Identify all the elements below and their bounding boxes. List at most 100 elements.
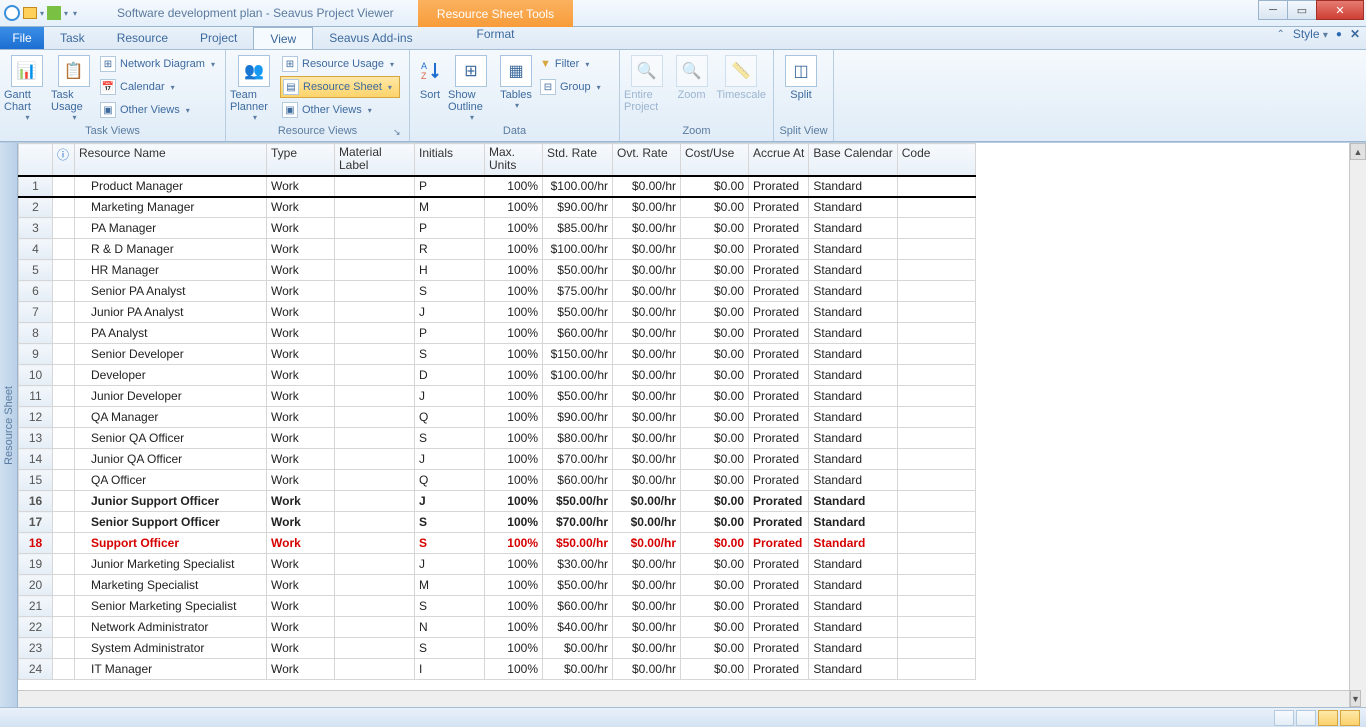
cell-max[interactable]: 100% [485, 512, 543, 533]
cell-cost[interactable]: $0.00 [681, 176, 749, 197]
row-number[interactable]: 4 [19, 239, 53, 260]
cell-ovt[interactable]: $0.00/hr [613, 281, 681, 302]
filter-button[interactable]: ▼Filter▾ [538, 53, 607, 75]
cell-code[interactable] [897, 449, 975, 470]
cell-type[interactable]: Work [267, 365, 335, 386]
cell-name[interactable]: Senior Marketing Specialist [75, 596, 267, 617]
cell-calendar[interactable]: Standard [809, 449, 897, 470]
cell-calendar[interactable]: Standard [809, 554, 897, 575]
cell-max[interactable]: 100% [485, 260, 543, 281]
cell-code[interactable] [897, 323, 975, 344]
table-row[interactable]: 22Network AdministratorWorkN100%$40.00/h… [19, 617, 976, 638]
cell-material[interactable] [335, 659, 415, 680]
cell-max[interactable]: 100% [485, 638, 543, 659]
cell-info[interactable] [53, 596, 75, 617]
cell-code[interactable] [897, 491, 975, 512]
cell-cost[interactable]: $0.00 [681, 554, 749, 575]
cell-accrue[interactable]: Prorated [749, 533, 809, 554]
table-row[interactable]: 1Product ManagerWorkP100%$100.00/hr$0.00… [19, 176, 976, 197]
cell-code[interactable] [897, 659, 975, 680]
cell-max[interactable]: 100% [485, 302, 543, 323]
cell-code[interactable] [897, 554, 975, 575]
cell-std[interactable]: $50.00/hr [543, 260, 613, 281]
cell-ovt[interactable]: $0.00/hr [613, 344, 681, 365]
cell-ovt[interactable]: $0.00/hr [613, 428, 681, 449]
cell-std[interactable]: $60.00/hr [543, 323, 613, 344]
cell-type[interactable]: Work [267, 407, 335, 428]
row-number[interactable]: 19 [19, 554, 53, 575]
cell-type[interactable]: Work [267, 239, 335, 260]
table-row[interactable]: 5HR ManagerWorkH100%$50.00/hr$0.00/hr$0.… [19, 260, 976, 281]
cell-accrue[interactable]: Prorated [749, 407, 809, 428]
cell-calendar[interactable]: Standard [809, 428, 897, 449]
cell-info[interactable] [53, 365, 75, 386]
cell-cost[interactable]: $0.00 [681, 470, 749, 491]
cell-material[interactable] [335, 197, 415, 218]
cell-info[interactable] [53, 428, 75, 449]
cell-std[interactable]: $150.00/hr [543, 344, 613, 365]
cell-name[interactable]: Junior Support Officer [75, 491, 267, 512]
qat-item[interactable] [45, 4, 63, 22]
table-row[interactable]: 4R & D ManagerWorkR100%$100.00/hr$0.00/h… [19, 239, 976, 260]
cell-info[interactable] [53, 491, 75, 512]
cell-material[interactable] [335, 386, 415, 407]
col-header-type[interactable]: Type [267, 144, 335, 176]
cell-material[interactable] [335, 176, 415, 197]
cell-std[interactable]: $100.00/hr [543, 176, 613, 197]
cell-info[interactable] [53, 554, 75, 575]
row-number[interactable]: 24 [19, 659, 53, 680]
row-number[interactable]: 22 [19, 617, 53, 638]
cell-cost[interactable]: $0.00 [681, 449, 749, 470]
cell-accrue[interactable]: Prorated [749, 260, 809, 281]
cell-material[interactable] [335, 428, 415, 449]
cell-info[interactable] [53, 638, 75, 659]
cell-initials[interactable]: J [415, 386, 485, 407]
cell-type[interactable]: Work [267, 302, 335, 323]
cell-max[interactable]: 100% [485, 176, 543, 197]
cell-std[interactable]: $80.00/hr [543, 428, 613, 449]
cell-cost[interactable]: $0.00 [681, 596, 749, 617]
cell-max[interactable]: 100% [485, 407, 543, 428]
row-number[interactable]: 9 [19, 344, 53, 365]
cell-initials[interactable]: D [415, 365, 485, 386]
cell-initials[interactable]: P [415, 218, 485, 239]
cell-name[interactable]: Support Officer [75, 533, 267, 554]
cell-max[interactable]: 100% [485, 596, 543, 617]
table-row[interactable]: 19Junior Marketing SpecialistWorkJ100%$3… [19, 554, 976, 575]
minimize-button[interactable]: ─ [1258, 0, 1288, 20]
table-row[interactable]: 24IT ManagerWorkI100%$0.00/hr$0.00/hr$0.… [19, 659, 976, 680]
cell-initials[interactable]: P [415, 176, 485, 197]
table-row[interactable]: 8PA AnalystWorkP100%$60.00/hr$0.00/hr$0.… [19, 323, 976, 344]
cell-type[interactable]: Work [267, 386, 335, 407]
other-task-views-button[interactable]: ▣Other Views▾ [98, 99, 221, 121]
cell-ovt[interactable]: $0.00/hr [613, 176, 681, 197]
cell-calendar[interactable]: Standard [809, 575, 897, 596]
cell-code[interactable] [897, 428, 975, 449]
table-row[interactable]: 2Marketing ManagerWorkM100%$90.00/hr$0.0… [19, 197, 976, 218]
cell-initials[interactable]: S [415, 428, 485, 449]
cell-cost[interactable]: $0.00 [681, 386, 749, 407]
cell-max[interactable]: 100% [485, 554, 543, 575]
cell-accrue[interactable]: Prorated [749, 554, 809, 575]
cell-type[interactable]: Work [267, 512, 335, 533]
cell-info[interactable] [53, 533, 75, 554]
cell-calendar[interactable]: Standard [809, 512, 897, 533]
cell-max[interactable]: 100% [485, 449, 543, 470]
cell-cost[interactable]: $0.00 [681, 617, 749, 638]
cell-std[interactable]: $60.00/hr [543, 470, 613, 491]
cell-initials[interactable]: Q [415, 470, 485, 491]
cell-code[interactable] [897, 260, 975, 281]
cell-type[interactable]: Work [267, 596, 335, 617]
cell-accrue[interactable]: Prorated [749, 281, 809, 302]
cell-cost[interactable]: $0.00 [681, 218, 749, 239]
cell-cost[interactable]: $0.00 [681, 365, 749, 386]
show-outline-button[interactable]: ⊞ Show Outline▾ [448, 53, 494, 122]
cell-name[interactable]: Senior Developer [75, 344, 267, 365]
cell-name[interactable]: System Administrator [75, 638, 267, 659]
cell-type[interactable]: Work [267, 491, 335, 512]
cell-type[interactable]: Work [267, 554, 335, 575]
cell-initials[interactable]: R [415, 239, 485, 260]
cell-calendar[interactable]: Standard [809, 386, 897, 407]
cell-info[interactable] [53, 512, 75, 533]
cell-initials[interactable]: S [415, 344, 485, 365]
